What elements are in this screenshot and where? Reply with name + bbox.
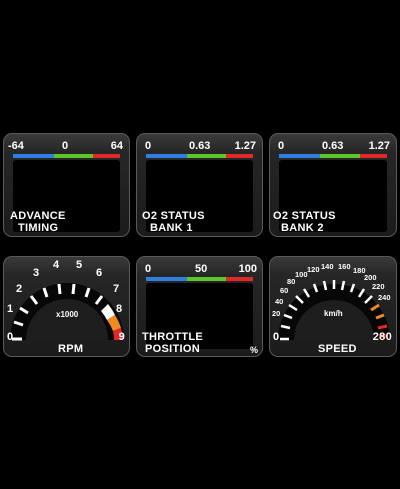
speed-tick-60: 60 xyxy=(280,286,288,295)
o2-bank1-label-line2: BANK 1 xyxy=(150,222,193,234)
rpm-tick-5: 5 xyxy=(76,259,82,271)
throttle-max: 100 xyxy=(238,263,257,275)
throttle-mid: 50 xyxy=(195,263,208,275)
advance-timing-max: 64 xyxy=(110,140,123,152)
o2-bank2-label-line1: O2 STATUS xyxy=(273,210,336,222)
throttle-unit: % xyxy=(249,345,258,355)
o2-bank1-max: 1.27 xyxy=(234,140,256,152)
speed-tick-120: 120 xyxy=(307,265,320,274)
rpm-tick-8: 8 xyxy=(116,303,122,315)
rpm-tick-3: 3 xyxy=(33,267,39,279)
speed-tick-100: 100 xyxy=(295,270,308,279)
advance-timing-label-line1: ADVANCE xyxy=(10,210,66,222)
speed-gauge-panel[interactable]: 20 40 60 80 100 120 140 160 180 200 220 … xyxy=(269,256,397,357)
throttle-bar xyxy=(146,277,253,281)
rpm-min: 0 xyxy=(7,331,14,343)
speed-tick-240: 240 xyxy=(378,293,391,302)
rpm-label: RPM xyxy=(58,343,84,355)
speed-label: SPEED xyxy=(318,343,357,355)
speed-tick-140: 140 xyxy=(321,262,334,271)
o2-bank2-mid: 0.63 xyxy=(322,140,344,152)
throttle-min: 0 xyxy=(145,263,152,275)
speed-tick-220: 220 xyxy=(372,282,385,291)
speed-min: 0 xyxy=(273,331,280,343)
o2-bank1-mid: 0.63 xyxy=(189,140,211,152)
speed-tick-200: 200 xyxy=(364,273,377,282)
throttle-label-line1: THROTTLE xyxy=(142,331,204,343)
throttle-position-panel[interactable]: 0 50 100 THROTTLE POSITION % xyxy=(136,256,263,357)
rpm-tick-6: 6 xyxy=(96,267,102,279)
o2-bank2-label-line2: BANK 2 xyxy=(281,222,324,234)
o2-bank2-bar xyxy=(279,154,387,158)
speed-tick-160: 160 xyxy=(338,262,351,271)
o2-bank1-min: 0 xyxy=(145,140,152,152)
rpm-tick-1: 1 xyxy=(7,303,13,315)
rpm-tick-4: 4 xyxy=(53,259,60,271)
speed-max: 280 xyxy=(372,331,392,343)
advance-timing-min: -64 xyxy=(8,140,24,152)
rpm-gauge-panel[interactable]: 1 2 3 4 5 6 7 8 x1000 0 9 RPM xyxy=(3,256,130,357)
advance-timing-panel[interactable]: -64 0 64 ADVANCE TIMING xyxy=(3,133,130,237)
rpm-max: 9 xyxy=(118,331,125,343)
throttle-label-line2: POSITION xyxy=(145,343,200,355)
advance-timing-bar xyxy=(13,154,120,158)
o2-bank2-max: 1.27 xyxy=(368,140,390,152)
advance-timing-label-line2: TIMING xyxy=(18,222,59,234)
rpm-gauge: 1 2 3 4 5 6 7 8 x1000 xyxy=(7,259,124,341)
o2-bank1-bar xyxy=(146,154,253,158)
speed-unit: km/h xyxy=(324,309,343,318)
o2-bank2-panel[interactable]: 0 0.63 1.27 O2 STATUS BANK 2 xyxy=(269,133,397,237)
o2-bank1-panel[interactable]: 0 0.63 1.27 O2 STATUS BANK 1 xyxy=(136,133,263,237)
o2-bank1-label-line1: O2 STATUS xyxy=(142,210,205,222)
rpm-tick-2: 2 xyxy=(16,283,22,295)
advance-timing-mid: 0 xyxy=(62,140,69,152)
o2-bank2-min: 0 xyxy=(278,140,285,152)
speed-tick-40: 40 xyxy=(275,297,283,306)
speed-tick-20: 20 xyxy=(272,309,280,318)
rpm-tick-7: 7 xyxy=(113,283,119,295)
rpm-multiplier: x1000 xyxy=(56,310,79,319)
